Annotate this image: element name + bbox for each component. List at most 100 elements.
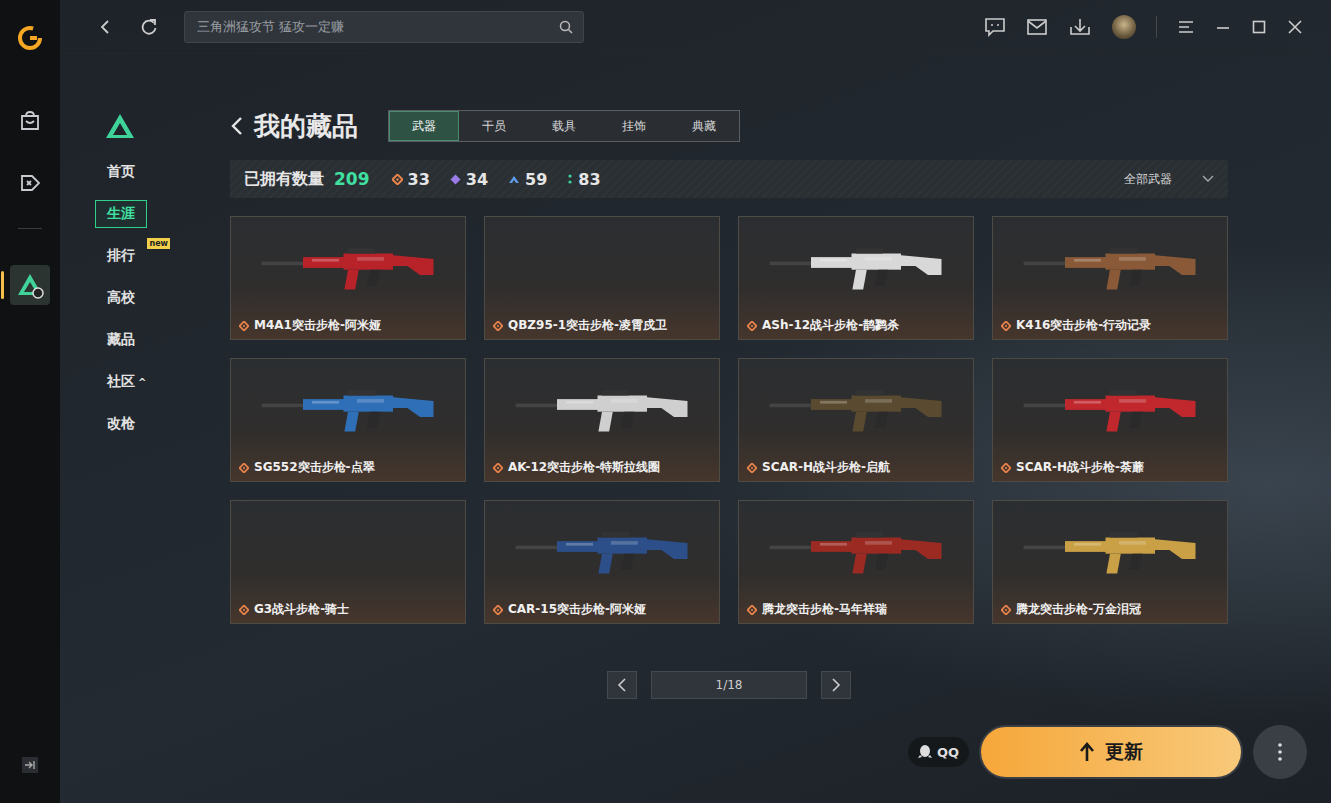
rarity-diamond-icon [493,605,503,615]
weapon-image-icon [766,235,946,299]
search-field[interactable]: 三角洲猛攻节 猛攻一定赚 [184,11,584,43]
weapon-image-icon [766,519,946,583]
active-indicator [1,271,4,299]
prev-page-button[interactable] [607,671,637,699]
subnav-item[interactable]: 生涯 [95,200,147,228]
rarity-count: 34 [450,170,488,189]
weapon-card[interactable]: M4A1突击步枪-阿米娅 [230,216,466,340]
weapon-card[interactable]: 腾龙突击步枪-马年祥瑞 [738,500,974,624]
app-window: 三角洲猛攻节 猛攻一定赚 首页 生涯 排行 new 高校 藏品 社区 ^ 改枪 我… [0,0,1331,803]
weapon-card[interactable]: 腾龙突击步枪-万金泪冠 [992,500,1228,624]
weapon-card[interactable]: K416突击步枪-行动记录 [992,216,1228,340]
search-icon[interactable] [559,20,573,34]
update-button[interactable]: 更新 [979,725,1243,779]
weapon-image-icon [766,377,946,441]
user-avatar[interactable] [1112,15,1136,39]
rarity-diamond-icon [239,321,249,331]
rarity-diamond-icon [747,321,757,331]
weapon-image-icon [1020,235,1200,299]
subnav-item[interactable]: 首页 [95,158,147,186]
delta-force-logo-icon[interactable] [105,112,135,140]
subnav-item[interactable]: 改枪 [95,410,147,438]
rarity-diamond-icon [1001,463,1011,473]
back-chevron-icon[interactable] [230,115,244,137]
category-tab[interactable]: 武器 [389,111,459,141]
download-icon[interactable] [1068,17,1092,37]
top-bar: 三角洲猛攻节 猛攻一定赚 [60,0,1331,54]
rail-divider [18,228,42,229]
delta-logo-icon [16,271,44,299]
rarity-count: 59 [508,170,547,189]
rarity-diamond-icon [239,463,249,473]
subnav-item[interactable]: 高校 [95,284,147,312]
owned-label: 已拥有数量 [244,169,324,190]
weapon-card[interactable]: SG552突击步枪-点翠 [230,358,466,482]
rarity-count: 83 [567,170,600,189]
rarity-diamond-icon [1001,605,1011,615]
menu-icon[interactable] [1177,19,1195,35]
weapon-card[interactable]: SCAR-H战斗步枪-荼蘼 [992,358,1228,482]
rarity-diamond-icon [747,605,757,615]
page-title: 我的藏品 [254,109,358,144]
weapon-card[interactable]: AK-12突击步枪-特斯拉线圈 [484,358,720,482]
chat-icon[interactable] [984,17,1006,37]
weapon-grid: M4A1突击步枪-阿米娅 QBZ95-1突击步枪-凌霄戍卫 ASh-12战斗步枪… [230,216,1228,624]
weapon-filter-dropdown[interactable]: 全部武器 [1124,171,1214,188]
store-bag-icon[interactable] [19,110,41,132]
category-tab[interactable]: 载具 [529,111,599,141]
pagination: 1/18 [230,671,1228,699]
owned-total: 209 [334,169,370,189]
back-icon[interactable] [98,19,114,35]
close-icon[interactable] [1287,19,1303,35]
weapon-image-icon [512,377,692,441]
blue-chevron-icon [508,174,520,184]
weapon-card[interactable]: CAR-15突击步枪-阿米娅 [484,500,720,624]
weapon-name: AK-12突击步枪-特斯拉线圈 [508,459,660,476]
subnav-item[interactable]: 藏品 [95,326,147,354]
delta-app-tile[interactable] [10,265,50,305]
weapon-image-icon [258,377,438,441]
weapon-image-icon [512,519,692,583]
category-tab[interactable]: 典藏 [669,111,739,141]
refresh-icon[interactable] [140,18,158,36]
weapon-name: 腾龙突击步枪-马年祥瑞 [762,601,887,618]
weapon-image-icon [1020,377,1200,441]
weapon-name: ASh-12战斗步枪-鹊鹨杀 [762,317,899,334]
purple-diamond-icon [450,174,461,185]
weapon-card[interactable]: SCAR-H战斗步枪-启航 [738,358,974,482]
page-indicator: 1/18 [651,671,807,699]
search-placeholder: 三角洲猛攻节 猛攻一定赚 [197,18,344,36]
weapon-image-icon [1020,519,1200,583]
chevron-left-icon [617,678,627,692]
weapon-name: CAR-15突击步枪-阿米娅 [508,601,646,618]
subnav-item[interactable]: 排行 new [95,242,147,270]
content: 首页 生涯 排行 new 高校 藏品 社区 ^ 改枪 我的藏品 武器干员载具挂饰典… [60,54,1331,803]
category-tab[interactable]: 挂饰 [599,111,669,141]
toolbar-divider [1156,16,1157,38]
next-page-button[interactable] [821,671,851,699]
maximize-icon[interactable] [1251,19,1267,35]
weapon-card[interactable]: ASh-12战斗步枪-鹊鹨杀 [738,216,974,340]
mail-icon[interactable] [1026,18,1048,36]
app-logo-icon[interactable] [16,24,44,52]
weapon-name: SCAR-H战斗步枪-荼蘼 [1016,459,1144,476]
weapon-image-icon [258,235,438,299]
qq-button[interactable]: QQ [908,737,969,767]
weapon-name: SG552突击步枪-点翠 [254,459,375,476]
category-tab[interactable]: 干员 [459,111,529,141]
qq-penguin-icon [918,744,932,760]
weapon-card[interactable]: QBZ95-1突击步枪-凌霄戍卫 [484,216,720,340]
collapse-icon[interactable] [21,756,39,774]
weapon-card[interactable]: G3战斗步枪-骑士 [230,500,466,624]
subnav-item[interactable]: 社区 ^ [95,368,158,396]
main-area: 三角洲猛攻节 猛攻一定赚 首页 生涯 排行 new 高校 藏品 社区 ^ 改枪 我… [60,0,1331,803]
rarity-diamond-icon [747,463,757,473]
gamepad-icon[interactable] [18,172,42,194]
orange-diamond-icon [392,174,403,185]
category-tabs: 武器干员载具挂饰典藏 [388,110,740,142]
more-button[interactable] [1253,725,1307,779]
weapon-name: K416突击步枪-行动记录 [1016,317,1151,334]
rarity-diamond-icon [493,463,503,473]
sub-navigation: 首页 生涯 排行 new 高校 藏品 社区 ^ 改枪 [60,54,230,803]
minimize-icon[interactable] [1215,19,1231,35]
